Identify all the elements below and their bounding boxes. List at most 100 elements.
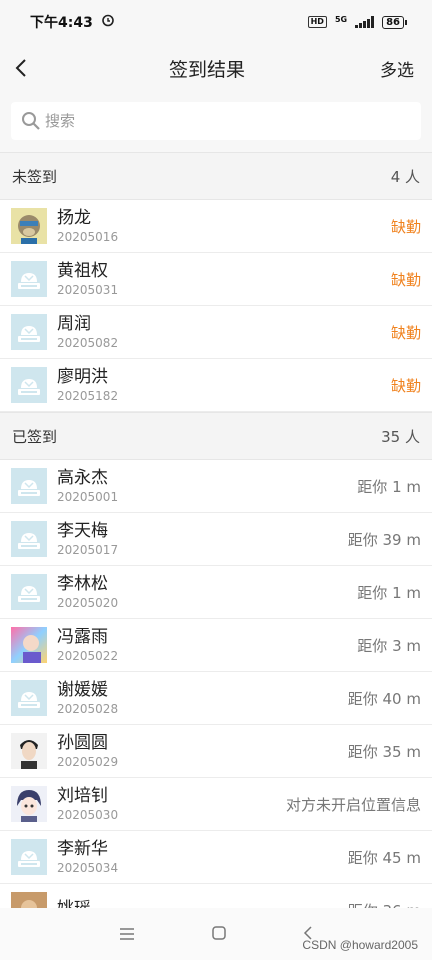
student-info: 刘培钊 20205030 <box>57 786 286 823</box>
avatar <box>11 627 47 663</box>
avatar <box>11 208 47 244</box>
student-name: 冯露雨 <box>57 626 108 647</box>
attendance-status: 缺勤 <box>390 217 421 236</box>
attendance-status: 距你 40 m <box>347 689 421 708</box>
attendance-status: 对方未开启位置信息 <box>285 795 421 814</box>
avatar <box>11 367 47 403</box>
student-id: 20205034 <box>57 860 119 875</box>
avatar <box>11 786 47 822</box>
section-title: 未签到 <box>12 167 58 186</box>
student-name: 周润 <box>57 313 91 334</box>
student-info: 黄祖权 20205031 <box>57 261 391 298</box>
attendance-status: 距你 39 m <box>347 530 421 549</box>
section-count: 4 人 <box>390 167 420 186</box>
back-button[interactable] <box>14 56 34 80</box>
student-id: 20205016 <box>57 229 119 244</box>
section-header: 已签到 35 人 <box>0 412 432 460</box>
student-name: 黄祖权 <box>57 260 108 281</box>
student-info: 孙圆圆 20205029 <box>57 733 348 770</box>
search-container <box>0 92 432 152</box>
status-bar: 下午4:43 HD 5G 86 <box>0 0 432 44</box>
student-name: 李天梅 <box>57 520 108 541</box>
student-name: 孙圆圆 <box>57 732 108 753</box>
nav-bar: 签到结果 多选 <box>0 44 432 92</box>
student-info: 周润 20205082 <box>57 314 391 351</box>
student-info: 廖明洪 20205182 <box>57 367 391 404</box>
student-list: 扬龙 20205016 缺勤 黄祖权 20205031 缺勤 周润 20205082 缺勤 廖明洪… <box>0 200 432 412</box>
avatar <box>11 680 47 716</box>
attendance-status: 距你 35 m <box>347 742 421 761</box>
back-arrow-icon <box>15 59 26 77</box>
page-title: 签到结果 <box>168 58 245 81</box>
student-id: 20205030 <box>57 807 119 822</box>
student-row[interactable]: 李新华 20205034 距你 45 m <box>0 831 432 884</box>
student-id: 20205029 <box>57 754 119 769</box>
student-info: 高永杰 20205001 <box>57 468 357 505</box>
student-id: 20205001 <box>57 489 119 504</box>
attendance-list: 未签到 4 人扬龙 20205016 缺勤 黄祖权 20205031 缺勤 周润 2020508… <box>0 152 432 937</box>
alarm-icon <box>101 13 115 31</box>
attendance-status: 缺勤 <box>390 323 421 342</box>
student-row[interactable]: 扬龙 20205016 缺勤 <box>0 200 432 253</box>
student-row[interactable]: 廖明洪 20205182 缺勤 <box>0 359 432 412</box>
student-row[interactable]: 李天梅 20205017 距你 39 m <box>0 513 432 566</box>
battery-level: 86 <box>386 16 400 28</box>
clock-time: 下午4:43 <box>30 15 93 31</box>
signal-icon <box>355 16 375 28</box>
hd-icon: HD <box>307 16 327 28</box>
search-icon <box>22 112 40 130</box>
search-input[interactable] <box>45 112 411 130</box>
student-name: 扬龙 <box>57 207 91 228</box>
attendance-status: 距你 45 m <box>347 848 421 867</box>
home-icon[interactable] <box>212 925 226 944</box>
avatar <box>11 733 47 769</box>
attendance-status: 距你 1 m <box>357 583 421 602</box>
menu-icon[interactable] <box>119 925 135 944</box>
student-info: 李林松 20205020 <box>57 574 357 611</box>
avatar <box>11 261 47 297</box>
student-row[interactable]: 黄祖权 20205031 缺勤 <box>0 253 432 306</box>
student-row[interactable]: 冯露雨 20205022 距你 3 m <box>0 619 432 672</box>
system-nav-bar <box>0 908 432 960</box>
avatar <box>11 468 47 504</box>
avatar <box>11 574 47 610</box>
student-id: 20205017 <box>57 542 119 557</box>
student-id: 20205022 <box>57 648 119 663</box>
attendance-status: 缺勤 <box>390 376 421 395</box>
student-name: 李新华 <box>57 838 108 859</box>
student-name: 李林松 <box>57 573 108 594</box>
student-name: 廖明洪 <box>57 366 108 387</box>
section-title: 已签到 <box>12 427 58 446</box>
student-info: 李天梅 20205017 <box>57 521 348 558</box>
battery-icon: 86 <box>382 15 407 29</box>
student-row[interactable]: 刘培钊 20205030 对方未开启位置信息 <box>0 778 432 831</box>
student-info: 扬龙 20205016 <box>57 208 391 245</box>
attendance-status: 距你 1 m <box>357 477 421 496</box>
student-list: 高永杰 20205001 距你 1 m 李天梅 20205017 距你 39 m 李林松 20… <box>0 460 432 937</box>
student-info: 李新华 20205034 <box>57 839 348 876</box>
student-id: 20205082 <box>57 335 119 350</box>
student-row[interactable]: 谢媛媛 20205028 距你 40 m <box>0 672 432 725</box>
student-row[interactable]: 李林松 20205020 距你 1 m <box>0 566 432 619</box>
student-id: 20205182 <box>57 388 119 403</box>
student-row[interactable]: 周润 20205082 缺勤 <box>0 306 432 359</box>
network-label: 5G <box>334 14 348 24</box>
student-id: 20205028 <box>57 701 119 716</box>
student-row[interactable]: 孙圆圆 20205029 距你 35 m <box>0 725 432 778</box>
student-info: 谢媛媛 20205028 <box>57 680 348 717</box>
student-id: 20205020 <box>57 595 119 610</box>
watermark: CSDN @howard2005 <box>302 938 418 952</box>
section-header: 未签到 4 人 <box>0 152 432 200</box>
attendance-status: 缺勤 <box>390 270 421 289</box>
multi-select-button[interactable]: 多选 <box>380 56 414 81</box>
search-box[interactable] <box>11 102 421 140</box>
student-row[interactable]: 高永杰 20205001 距你 1 m <box>0 460 432 513</box>
section-count: 35 人 <box>381 427 420 446</box>
avatar <box>11 839 47 875</box>
attendance-status: 距你 3 m <box>357 636 421 655</box>
student-info: 冯露雨 20205022 <box>57 627 357 664</box>
student-name: 刘培钊 <box>57 785 108 806</box>
student-name: 高永杰 <box>57 467 108 488</box>
student-id: 20205031 <box>57 282 119 297</box>
avatar <box>11 314 47 350</box>
